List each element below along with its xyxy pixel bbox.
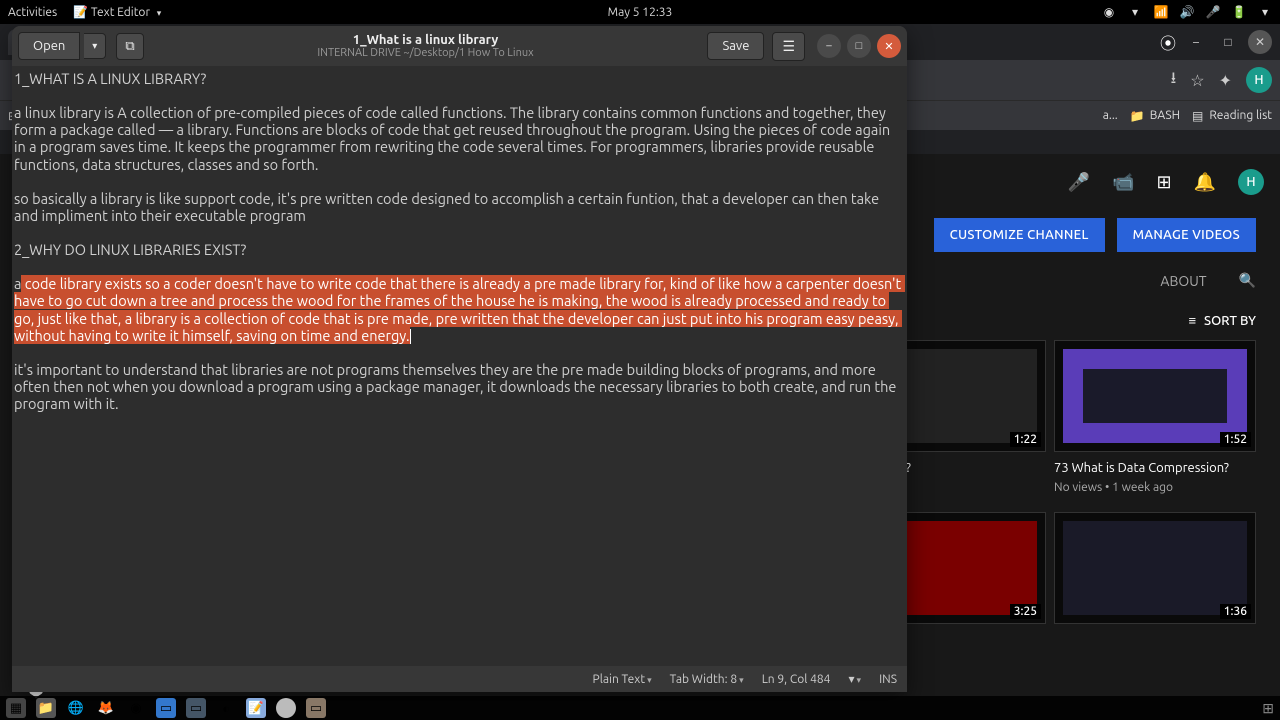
tab-about[interactable]: ABOUT — [1160, 273, 1206, 289]
notifications-icon[interactable]: 🔔 — [1194, 172, 1216, 193]
screencast-icon[interactable]: ◉ — [1102, 5, 1116, 19]
folder-label: BASH — [1150, 109, 1180, 122]
voice-search-icon[interactable]: 🎤 — [1068, 172, 1090, 193]
profile-avatar[interactable]: H — [1246, 67, 1272, 93]
dock-files-icon[interactable]: ▦ — [6, 698, 26, 718]
dock-steam-icon[interactable]: ◐ — [216, 698, 236, 718]
folder-icon: 📁 — [1130, 109, 1145, 123]
minimize-button[interactable]: – — [1184, 30, 1208, 54]
tab-width-selector[interactable]: Tab Width: 8 — [670, 673, 744, 686]
bookmark-truncated[interactable]: a... — [1103, 109, 1118, 122]
bookmark-folder-bash[interactable]: 📁 BASH — [1130, 109, 1180, 123]
gnome-topbar: Activities 📝 Text Editor May 5 12:33 ◉ ▾… — [0, 0, 1280, 24]
close-button[interactable]: ✕ — [877, 34, 901, 58]
syntax-mode-selector[interactable]: Plain Text — [593, 673, 652, 686]
save-button[interactable]: Save — [707, 32, 764, 60]
video-duration: 1:52 — [1220, 432, 1251, 447]
dock-app-icon[interactable]: ▭ — [156, 698, 176, 718]
channel-search-icon[interactable]: 🔍 — [1239, 272, 1256, 289]
text-editor-icon: 📝 — [73, 6, 88, 19]
dock-gedit-icon[interactable]: 📝 — [246, 698, 266, 718]
reading-list[interactable]: Reading list — [1209, 109, 1272, 122]
video-meta: No views • 1 week ago — [1054, 481, 1256, 494]
sort-icon: ≡ — [1188, 313, 1196, 328]
text-editor-window: Open ▾ ⧉ 1_What is a linux library INTER… — [12, 26, 907, 692]
create-video-icon[interactable]: 📹 — [1112, 172, 1134, 193]
mic-icon[interactable]: 🎤 — [1206, 5, 1220, 19]
bookmark-star-icon[interactable]: ☆ — [1190, 71, 1204, 90]
record-indicator-icon[interactable]: ⦿ — [1160, 30, 1176, 54]
video-card[interactable]: 1:36 — [1054, 512, 1256, 624]
sort-by-button[interactable]: SORT BY — [1204, 314, 1256, 328]
video-title: 73 What is Data Compression? — [1054, 460, 1256, 477]
taskbar-dock: ▦ 📁 🌐 🦊 ◉ ▭ ▭ ◐ 📝 ▭ ⊞ — [0, 696, 1280, 720]
clock[interactable]: May 5 12:33 — [608, 6, 673, 19]
open-recent-dropdown[interactable]: ▾ — [84, 33, 106, 59]
gedit-statusbar: Plain Text Tab Width: 8 Ln 9, Col 484 ▾ … — [12, 666, 907, 692]
apps-grid-icon[interactable]: ⊞ — [1156, 172, 1171, 193]
youtube-avatar[interactable]: H — [1238, 169, 1264, 195]
video-duration: 1:36 — [1220, 604, 1251, 619]
text-paragraph: so basically a library is like support c… — [14, 190, 882, 224]
customize-channel-button[interactable]: CUSTOMIZE CHANNEL — [934, 218, 1105, 252]
app-menu[interactable]: 📝 Text Editor — [73, 5, 161, 19]
text-paragraph: a linux library is A collection of pre-c… — [14, 104, 894, 172]
wifi-icon[interactable]: 📶 — [1154, 5, 1168, 19]
battery-icon[interactable]: 🔋 — [1232, 5, 1246, 19]
text-cursor — [410, 329, 411, 344]
document-path: INTERNAL DRIVE ~/Desktop/1 How To Linux — [148, 47, 704, 59]
app-menu-label: Text Editor — [91, 6, 150, 19]
overwrite-mode-toggle[interactable]: ▾ — [848, 672, 861, 686]
text-line: 1_WHAT IS A LINUX LIBRARY? — [14, 70, 206, 87]
dock-obs-icon[interactable]: ◉ — [126, 698, 146, 718]
insert-mode[interactable]: INS — [879, 673, 897, 686]
maximize-button[interactable]: □ — [1216, 30, 1240, 54]
gedit-headerbar: Open ▾ ⧉ 1_What is a linux library INTER… — [12, 26, 907, 66]
volume-icon[interactable]: 🔊 — [1180, 5, 1194, 19]
activities-button[interactable]: Activities — [8, 6, 57, 19]
network-icon[interactable]: ▾ — [1128, 5, 1142, 19]
text-line: 2_WHY DO LINUX LIBRARIES EXIST? — [14, 241, 246, 258]
dock-firefox-icon[interactable]: 🦊 — [96, 698, 116, 718]
reading-list-icon: ▤ — [1192, 109, 1203, 123]
download-icon[interactable]: ⭳ — [1171, 67, 1177, 94]
selected-text: code library exists so a coder doesn't h… — [14, 275, 905, 343]
dock-chrome-icon[interactable]: 🌐 — [66, 698, 86, 718]
power-menu-icon[interactable]: ▾ — [1258, 5, 1272, 19]
dock-app3-icon[interactable] — [276, 698, 296, 718]
text-paragraph: it's important to understand that librar… — [14, 361, 900, 412]
minimize-button[interactable]: – — [817, 34, 841, 58]
cursor-position: Ln 9, Col 484 — [762, 673, 831, 686]
manage-videos-button[interactable]: MANAGE VIDEOS — [1117, 218, 1256, 252]
video-duration: 1:22 — [1010, 432, 1041, 447]
maximize-button[interactable]: □ — [847, 34, 871, 58]
document-title: 1_What is a linux library — [148, 33, 704, 47]
show-applications-icon[interactable]: ⊞ — [1262, 700, 1274, 717]
video-duration: 3:25 — [1010, 604, 1041, 619]
extensions-icon[interactable]: ✦ — [1219, 71, 1232, 90]
hamburger-menu-button[interactable]: ☰ — [772, 32, 805, 61]
new-tab-button[interactable]: ⧉ — [116, 33, 143, 60]
dock-app2-icon[interactable]: ▭ — [186, 698, 206, 718]
open-button[interactable]: Open — [18, 32, 80, 60]
dock-app4-icon[interactable]: ▭ — [306, 698, 326, 718]
editor-text-area[interactable]: 1_WHAT IS A LINUX LIBRARY? a linux libra… — [12, 66, 907, 666]
close-button[interactable]: ✕ — [1248, 30, 1272, 54]
video-card[interactable]: 1:52 73 What is Data Compression? No vie… — [1054, 340, 1256, 494]
dock-files2-icon[interactable]: 📁 — [36, 698, 56, 718]
